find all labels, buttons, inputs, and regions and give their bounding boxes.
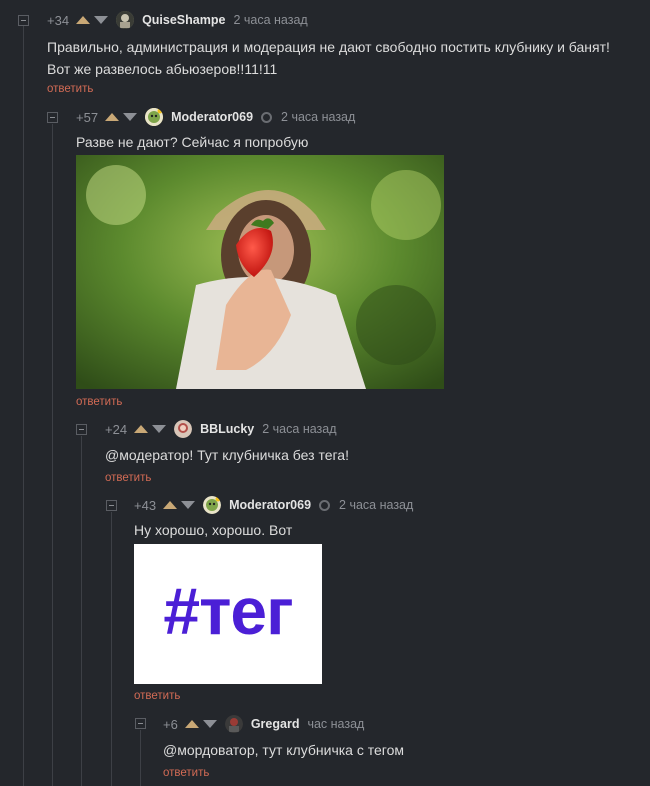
reply-link[interactable]: ответить (47, 83, 93, 95)
rating: +24 (105, 421, 128, 437)
reply-link[interactable]: ответить (105, 472, 151, 484)
author-name[interactable]: Moderator069 (171, 110, 253, 124)
downvote-icon[interactable] (181, 501, 196, 509)
thread-line-level-0 (23, 26, 24, 786)
comment-text: Правильно, администрация и модерация не … (47, 39, 610, 77)
rating: +43 (134, 497, 157, 513)
comment-time: час назад (307, 717, 365, 731)
comment-text: Разве не дают? Сейчас я попробую (76, 134, 309, 150)
downvote-icon[interactable] (202, 720, 217, 728)
downvote-icon[interactable] (94, 16, 109, 24)
comment-header: +6 Gregard час назад (163, 714, 364, 734)
moderator-badge-icon (319, 499, 331, 511)
comment-time: 2 часа назад (281, 110, 356, 124)
comment-header: +43 Moderator069 2 часа назад (134, 495, 413, 515)
comment-text: @мордоватор, тут клубничка с тегом (163, 742, 405, 758)
avatar[interactable] (116, 11, 135, 29)
tag-image-text: #тег (163, 574, 293, 648)
upvote-icon[interactable] (105, 113, 120, 121)
strawberry-photo[interactable] (76, 155, 444, 389)
author-name[interactable]: QuiseShampe (142, 13, 225, 27)
author-name[interactable]: Gregard (251, 717, 300, 731)
thread-line-level-2 (81, 436, 82, 786)
comment-time: 2 часа назад (233, 13, 308, 27)
upvote-icon[interactable] (184, 720, 199, 728)
moderator-badge-icon (261, 111, 273, 123)
thread-line-level-3 (111, 512, 112, 786)
upvote-icon[interactable] (76, 16, 91, 24)
upvote-icon[interactable] (163, 501, 178, 509)
collapse-icon[interactable] (106, 500, 117, 511)
rating: +34 (47, 12, 70, 28)
collapse-icon[interactable] (18, 15, 29, 26)
reply-link[interactable]: ответить (76, 396, 122, 408)
downvote-icon[interactable] (152, 425, 167, 433)
author-name[interactable]: Moderator069 (229, 498, 311, 512)
upvote-icon[interactable] (134, 425, 149, 433)
rating: +6 (163, 716, 178, 732)
collapse-icon[interactable] (76, 424, 87, 435)
comment-header: +24 BBLucky 2 часа назад (105, 419, 337, 439)
collapse-icon[interactable] (47, 112, 58, 123)
collapse-icon[interactable] (135, 718, 146, 729)
comment-text: Ну хорошо, хорошо. Вот (134, 522, 293, 538)
tag-image[interactable]: #тег (134, 544, 322, 684)
rating: +57 (76, 109, 99, 125)
avatar[interactable] (174, 420, 193, 438)
thread-line-level-1 (52, 124, 53, 786)
comment-header: +34 QuiseShampe 2 часа назад (47, 10, 308, 30)
thread-line-level-4 (140, 730, 141, 786)
downvote-icon[interactable] (123, 113, 138, 121)
reply-link[interactable]: ответить (134, 690, 180, 702)
comment-time: 2 часа назад (339, 498, 414, 512)
reply-link[interactable]: ответить (163, 767, 209, 779)
author-name[interactable]: BBLucky (200, 422, 254, 436)
comment-text: @модератор! Тут клубничка без тега! (105, 447, 349, 463)
comment-time: 2 часа назад (262, 422, 337, 436)
avatar[interactable] (203, 496, 222, 514)
comment-header: +57 Moderator069 2 часа назад (76, 107, 355, 127)
avatar[interactable] (224, 715, 243, 733)
avatar[interactable] (145, 108, 164, 126)
